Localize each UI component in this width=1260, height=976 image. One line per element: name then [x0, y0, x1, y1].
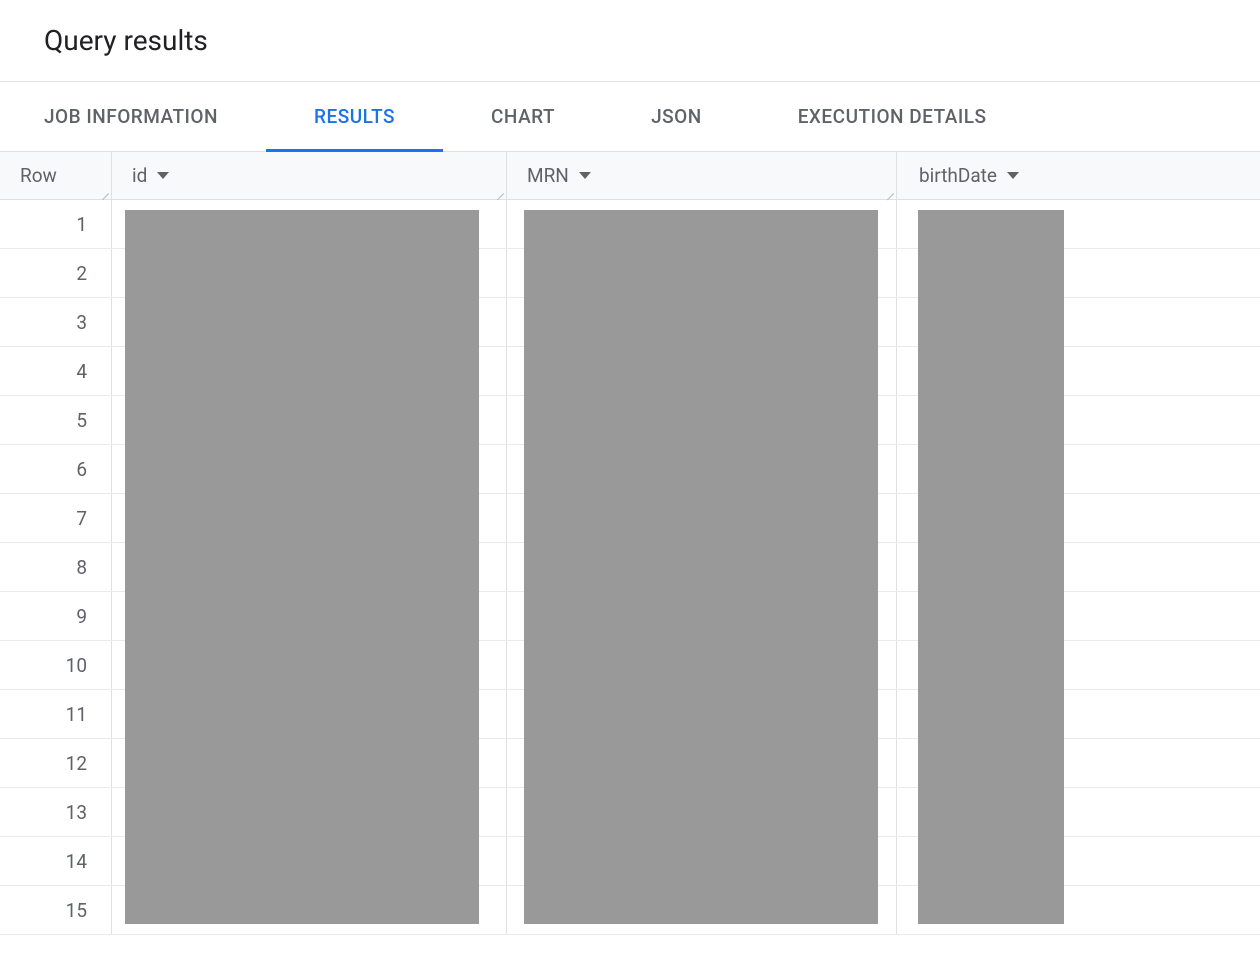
row-number-cell: 2 [0, 249, 112, 297]
chevron-down-icon[interactable] [157, 172, 169, 179]
column-header-mrn[interactable]: MRN [507, 152, 897, 199]
tab-chart[interactable]: CHART [443, 82, 603, 151]
redacted-birthdate-block [918, 210, 1064, 924]
table-header-row: Row id MRN birthDate [0, 152, 1260, 200]
column-header-row[interactable]: Row [0, 152, 112, 199]
row-number-cell: 9 [0, 592, 112, 640]
resize-handle-icon[interactable] [97, 185, 109, 197]
row-number-cell: 12 [0, 739, 112, 787]
row-number-cell: 14 [0, 837, 112, 885]
row-number-cell: 7 [0, 494, 112, 542]
column-header-birthdate[interactable]: birthDate [897, 152, 1260, 199]
column-header-row-label: Row [20, 164, 57, 187]
tab-execution-details[interactable]: EXECUTION DETAILS [750, 82, 1035, 151]
query-results-header: Query results [0, 0, 1260, 82]
chevron-down-icon[interactable] [1007, 172, 1019, 179]
resize-handle-icon[interactable] [882, 185, 894, 197]
row-number-cell: 3 [0, 298, 112, 346]
tab-results[interactable]: RESULTS [266, 82, 443, 151]
results-tabs: JOB INFORMATION RESULTS CHART JSON EXECU… [0, 82, 1260, 152]
redacted-id-block [125, 210, 479, 924]
column-header-birthdate-label: birthDate [919, 164, 997, 187]
redacted-mrn-block [524, 210, 878, 924]
column-header-mrn-label: MRN [527, 164, 569, 187]
row-number-cell: 13 [0, 788, 112, 836]
row-number-cell: 5 [0, 396, 112, 444]
row-number-cell: 6 [0, 445, 112, 493]
resize-handle-icon[interactable] [492, 185, 504, 197]
row-number-cell: 10 [0, 641, 112, 689]
column-header-id-label: id [132, 164, 147, 187]
row-number-cell: 8 [0, 543, 112, 591]
column-header-id[interactable]: id [112, 152, 507, 199]
row-number-cell: 4 [0, 347, 112, 395]
chevron-down-icon[interactable] [579, 172, 591, 179]
row-number-cell: 1 [0, 200, 112, 248]
table-body: 1 2 3 4 5 6 7 8 [0, 200, 1260, 935]
row-number-cell: 11 [0, 690, 112, 738]
page-title: Query results [44, 24, 1260, 57]
tab-job-information[interactable]: JOB INFORMATION [44, 82, 266, 151]
tab-json[interactable]: JSON [603, 82, 750, 151]
row-number-cell: 15 [0, 886, 112, 934]
